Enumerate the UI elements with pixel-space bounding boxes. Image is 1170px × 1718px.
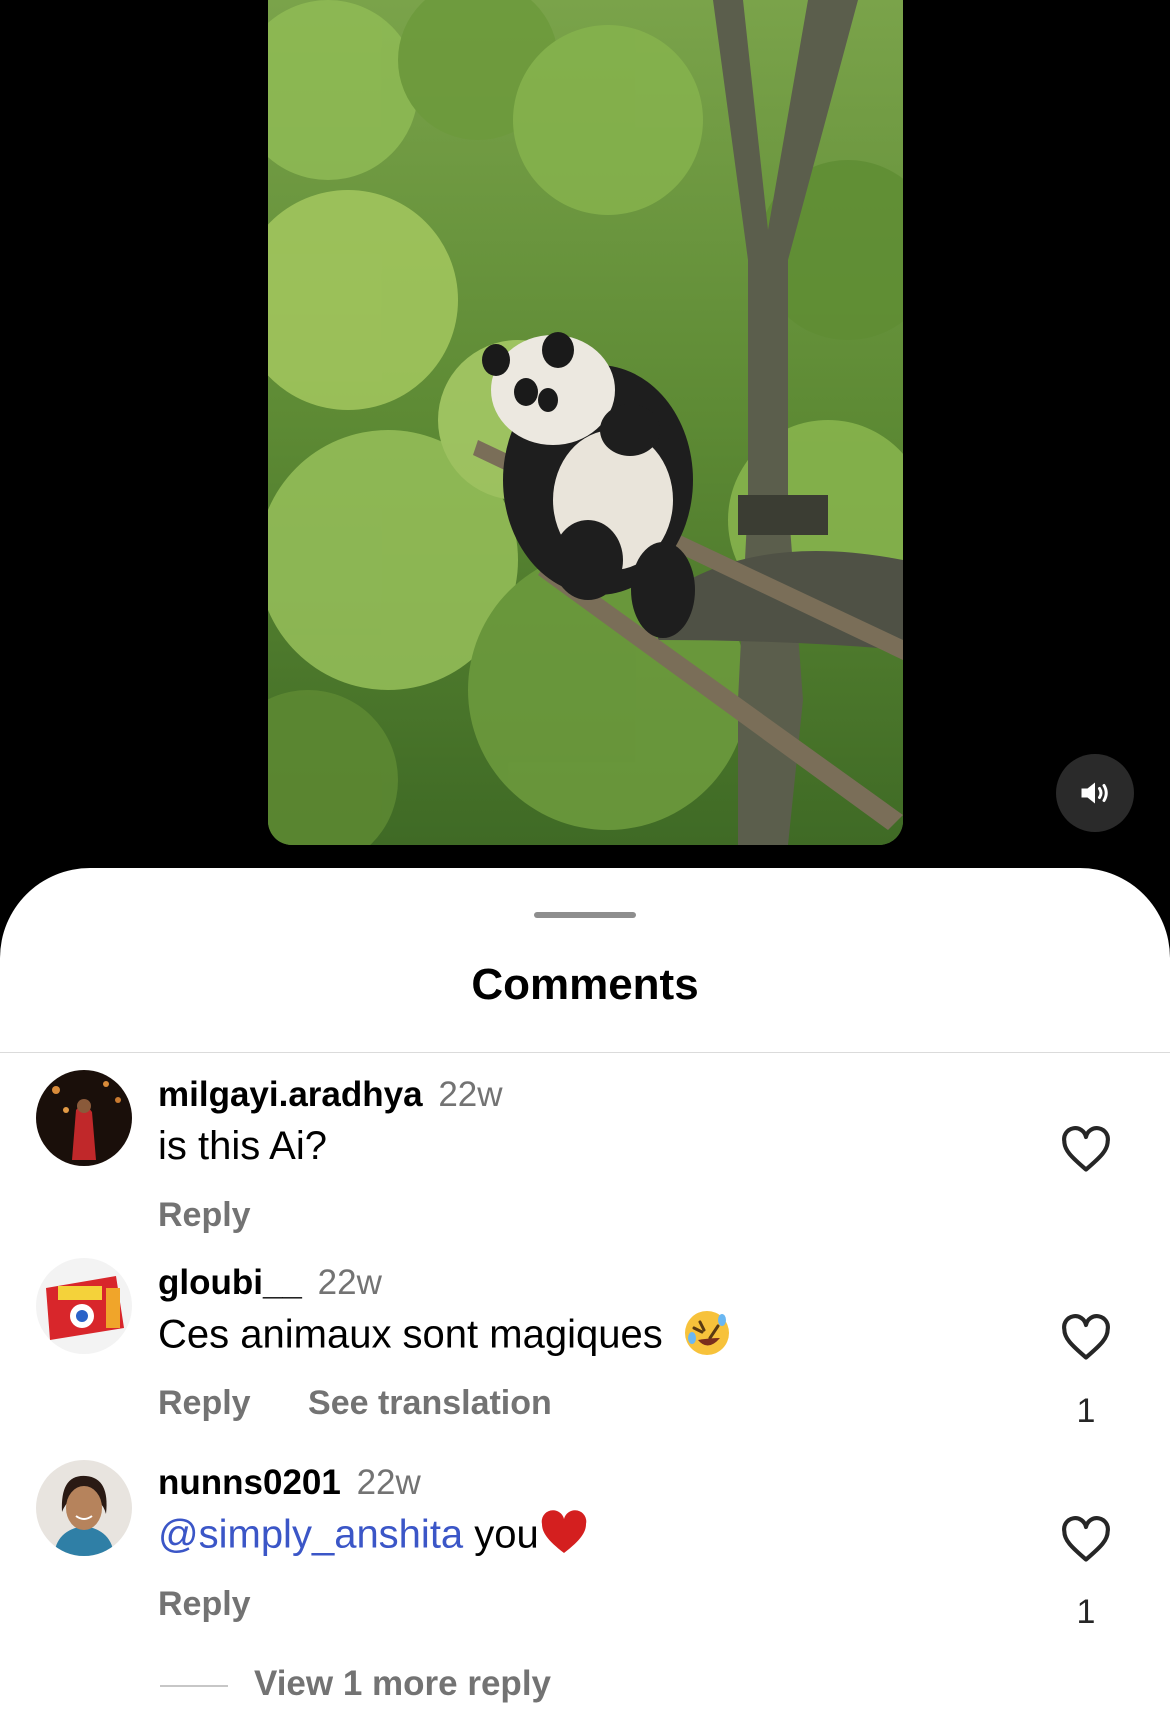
avatar[interactable]: [36, 1070, 132, 1166]
divider: [0, 1052, 1170, 1053]
comment-time: 22w: [438, 1075, 503, 1114]
like-count: 1: [1076, 1593, 1096, 1631]
comment-actions: Reply: [158, 1196, 251, 1235]
avatar[interactable]: [36, 1460, 132, 1556]
panda-video-frame: [268, 0, 903, 845]
reply-thread-line: [160, 1684, 228, 1687]
see-translation-button[interactable]: See translation: [308, 1384, 552, 1422]
heart-outline-icon: [1062, 1516, 1110, 1562]
comment-meta: milgayi.aradhya 22w: [158, 1075, 503, 1115]
mention-link[interactable]: @simply_anshita: [158, 1513, 463, 1557]
video-player[interactable]: [268, 0, 903, 845]
speaker-volume-icon: [1081, 782, 1108, 804]
comment-text-body: you: [463, 1512, 539, 1557]
like-button[interactable]: [1060, 1314, 1112, 1362]
heart-outline-icon: [1062, 1126, 1110, 1172]
video-area: [0, 0, 1170, 880]
like-button[interactable]: [1060, 1126, 1112, 1174]
comment-text-body: Ces animaux sont magiques: [158, 1312, 663, 1357]
red-heart-emoji: [541, 1510, 587, 1553]
reply-button[interactable]: Reply: [158, 1585, 251, 1623]
comment-actions: Reply: [158, 1585, 251, 1624]
comment-username[interactable]: nunns0201: [158, 1463, 341, 1502]
avatar[interactable]: [36, 1258, 132, 1354]
comment-actions: Reply See translation: [158, 1384, 552, 1423]
comment-text: Ces animaux sont magiques: [158, 1311, 732, 1362]
heart-outline-icon: [1062, 1314, 1110, 1360]
sheet-drag-handle[interactable]: [534, 912, 636, 918]
comment-text: is this Ai?: [158, 1124, 327, 1168]
comment-username[interactable]: milgayi.aradhya: [158, 1075, 423, 1114]
reply-button[interactable]: Reply: [158, 1196, 251, 1234]
comment-meta: nunns0201 22w: [158, 1463, 421, 1503]
like-button[interactable]: [1060, 1516, 1112, 1564]
mute-toggle-button[interactable]: [1056, 754, 1134, 832]
comment-time: 22w: [356, 1463, 421, 1502]
reply-button[interactable]: Reply: [158, 1384, 251, 1422]
comment-text: @simply_anshita you: [158, 1510, 589, 1562]
comment-time: 22w: [317, 1263, 382, 1302]
view-more-replies-label: View 1 more reply: [254, 1664, 552, 1703]
like-count: 1: [1076, 1392, 1096, 1430]
comment-meta: gloubi__ 22w: [158, 1263, 382, 1303]
sheet-title: Comments: [471, 960, 699, 1009]
view-more-replies-button[interactable]: View 1 more reply: [160, 1664, 551, 1704]
comment-username[interactable]: gloubi__: [158, 1263, 302, 1302]
rolling-laughing-emoji: [684, 1311, 729, 1355]
